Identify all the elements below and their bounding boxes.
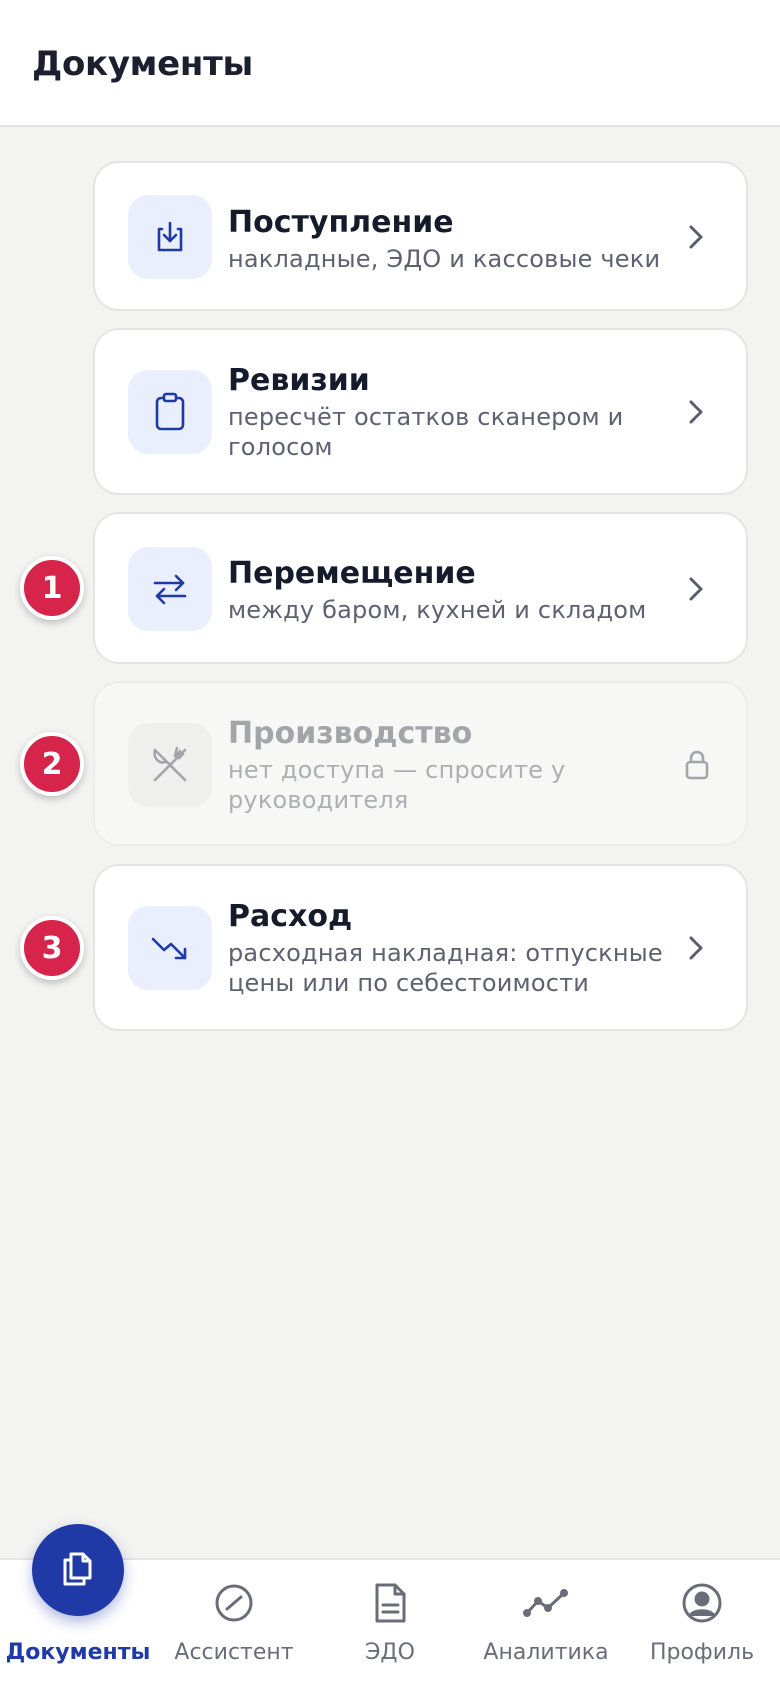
card-peremeshchenie[interactable]: Перемещение между баром, кухней и складо… — [93, 512, 748, 664]
app-root: Документы Поступление накладные, ЭДО и к… — [0, 0, 780, 1688]
card-revizii[interactable]: Ревизии пересчёт остатков сканером и гол… — [93, 328, 748, 495]
nav-label: Аналитика — [483, 1640, 609, 1665]
nav-item-assistant[interactable]: Ассистент — [156, 1560, 312, 1688]
step-badge-2: 2 — [20, 732, 84, 796]
card-title: Производство — [228, 716, 473, 751]
lock-icon — [682, 748, 712, 782]
card-title: Расход — [228, 899, 353, 934]
chevron-right-icon — [684, 936, 708, 960]
card-subtitle: накладные, ЭДО и кассовые чеки — [228, 245, 661, 273]
documents-icon — [56, 1546, 100, 1594]
nav-item-analytics[interactable]: Аналитика — [468, 1560, 624, 1688]
card-raskhod[interactable]: Расход расходная накладная: отпускные це… — [93, 864, 748, 1031]
analytics-icon — [523, 1580, 569, 1626]
card-proizvodstvo: Производство нет доступа — спросите у ру… — [93, 681, 748, 846]
card-title: Ревизии — [228, 363, 370, 398]
chevron-right-icon — [684, 225, 708, 249]
step-badge-1: 1 — [20, 556, 84, 620]
chevron-right-icon — [684, 577, 708, 601]
profile-icon — [679, 1580, 725, 1626]
download-tray-icon — [128, 195, 212, 279]
assistant-icon — [211, 1580, 257, 1626]
page-title: Документы — [32, 44, 253, 84]
header: Документы — [0, 0, 780, 127]
documents-fab-button[interactable] — [32, 1524, 124, 1616]
card-title: Перемещение — [228, 556, 476, 591]
card-subtitle: расходная накладная: отпускные цены или … — [228, 939, 663, 997]
transfer-arrows-icon — [128, 547, 212, 631]
chevron-right-icon — [684, 400, 708, 424]
card-postuplenie[interactable]: Поступление накладные, ЭДО и кассовые че… — [93, 161, 748, 311]
step-badge-3: 3 — [20, 916, 84, 980]
nav-label: Документы — [5, 1640, 151, 1665]
card-subtitle: нет доступа — спросите у руководителя — [228, 756, 566, 814]
nav-item-edo[interactable]: ЭДО — [312, 1560, 468, 1688]
nav-label: Ассистент — [174, 1640, 294, 1665]
trend-down-icon — [128, 906, 212, 990]
card-subtitle: между баром, кухней и складом — [228, 596, 647, 624]
card-title: Поступление — [228, 205, 454, 240]
nav-item-profile[interactable]: Профиль — [624, 1560, 780, 1688]
edo-document-icon — [367, 1580, 413, 1626]
nav-label: ЭДО — [365, 1640, 415, 1665]
card-subtitle: пересчёт остатков сканером и голосом — [228, 403, 624, 461]
fork-knife-icon — [128, 723, 212, 807]
clipboard-icon — [128, 370, 212, 454]
nav-label: Профиль — [649, 1640, 755, 1665]
